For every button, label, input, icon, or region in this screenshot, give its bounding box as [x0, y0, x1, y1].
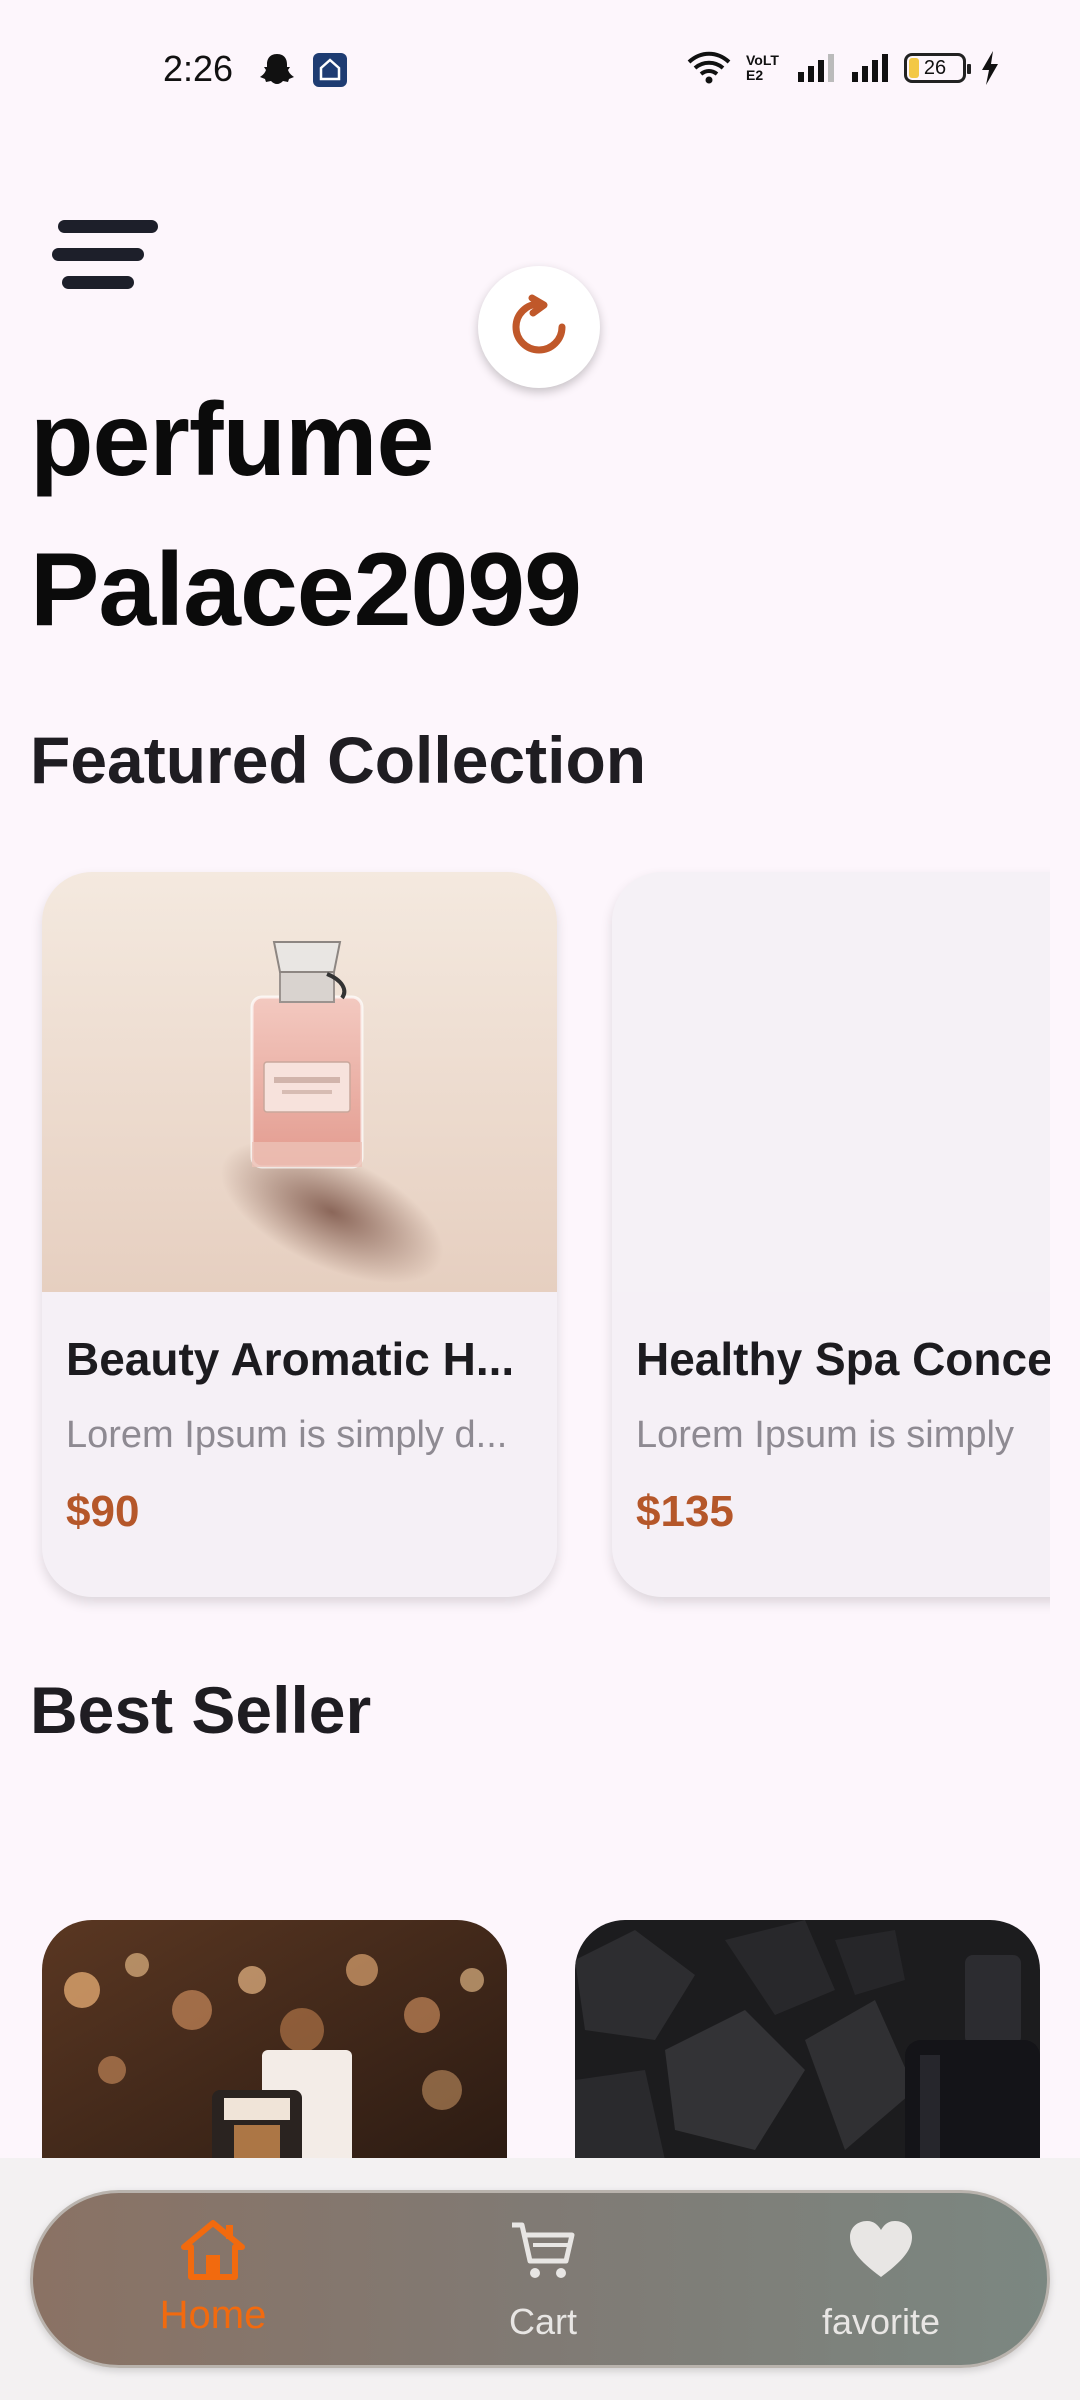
wifi-icon: [687, 51, 731, 84]
perfume-bottle-image: [42, 872, 557, 1292]
home-icon: [181, 2220, 245, 2280]
bestseller-card[interactable]: [575, 1920, 1040, 2180]
product-name: Healthy Spa Conce: [636, 1333, 1050, 1385]
volte-icon: VoLTE2: [746, 52, 779, 83]
cart-icon: [512, 2222, 575, 2278]
snapchat-icon: [260, 54, 294, 84]
bokeh-perfume-image: [42, 1920, 507, 2180]
status-time: 2:26: [163, 48, 234, 89]
nav-cart[interactable]: Cart: [423, 2193, 663, 2371]
menu-button[interactable]: [50, 210, 160, 300]
bestseller-card[interactable]: [42, 1920, 507, 2180]
refresh-icon: [512, 294, 566, 354]
nav-home-label: Home: [159, 2293, 267, 2337]
product-card[interactable]: Healthy Spa Conce Lorem Ipsum is simply …: [612, 872, 1050, 1597]
heart-icon: [850, 2221, 912, 2277]
nav-favorite[interactable]: favorite: [761, 2193, 1001, 2371]
page-title-line1: perfume: [30, 382, 434, 498]
nav-cart-label: Cart: [508, 2301, 577, 2342]
bottom-navigation: Home Cart favorite: [30, 2190, 1050, 2368]
app-screen: 2:26 VoLTE2 26 perfume Palace2099 Featur…: [0, 0, 1080, 2400]
product-description: Lorem Ipsum is simply: [636, 1414, 1014, 1456]
status-bar: 2:26 VoLTE2 26: [0, 0, 1080, 140]
page-title: perfume Palace2099: [30, 365, 730, 665]
page-title-line2: Palace2099: [30, 532, 582, 648]
nav-favorite-label: favorite: [821, 2301, 941, 2342]
nav-home[interactable]: Home: [93, 2193, 333, 2371]
featured-carousel[interactable]: Beauty Aromatic H... Lorem Ipsum is simp…: [0, 860, 1050, 1615]
product-image-placeholder: [612, 872, 1050, 1292]
product-name: Beauty Aromatic H...: [66, 1333, 515, 1385]
product-price: $90: [66, 1487, 140, 1536]
signal-icon: [798, 54, 834, 82]
charcoal-perfume-image: [575, 1920, 1040, 2180]
product-price: $135: [636, 1487, 734, 1536]
battery-level: 26: [923, 56, 947, 79]
battery-icon: 26: [904, 53, 971, 83]
product-card[interactable]: Beauty Aromatic H... Lorem Ipsum is simp…: [42, 872, 557, 1597]
charging-icon: [982, 51, 998, 85]
bestseller-section-title: Best Seller: [30, 1673, 372, 1747]
signal-icon: [852, 54, 888, 82]
featured-section-title: Featured Collection: [30, 723, 647, 797]
status-icons: VoLTE2 26: [686, 50, 1000, 86]
app-icon: [313, 53, 347, 87]
product-description: Lorem Ipsum is simply d...: [66, 1414, 508, 1456]
